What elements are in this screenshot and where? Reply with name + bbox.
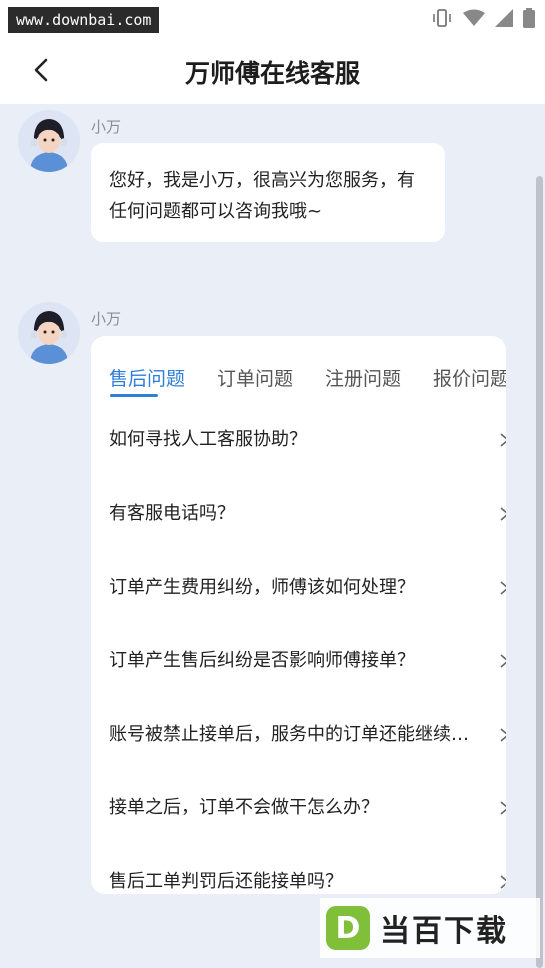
chevron-right-icon — [500, 728, 506, 742]
tab-quotation[interactable]: 报价问题 — [433, 364, 506, 391]
logo-text: 当百下载 — [380, 914, 508, 949]
chevron-right-icon — [500, 581, 506, 595]
faq-question[interactable]: 接单之后，订单不会做干怎么办？ — [109, 788, 506, 828]
chevron-right-icon — [500, 654, 506, 668]
faq-question[interactable]: 账号被禁止接单后，服务中的订单还能继续服务吗？ — [109, 715, 506, 755]
faq-question[interactable]: 有客服电话吗？ — [109, 494, 506, 534]
chevron-right-icon — [500, 801, 506, 815]
sender-name: 小万 — [91, 310, 122, 328]
vibrate-icon — [433, 9, 451, 27]
signal-icon — [495, 9, 513, 27]
site-watermark: www.downbai.com — [8, 7, 160, 33]
battery-icon — [523, 8, 535, 28]
chevron-right-icon — [500, 875, 506, 889]
chevron-right-icon — [500, 433, 506, 447]
wifi-icon — [463, 9, 485, 26]
avatar — [18, 302, 80, 364]
active-tab-indicator — [110, 394, 158, 397]
faq-card: 售后问题 订单问题 注册问题 报价问题 如何寻找人工客服协助？ 有客服电话吗？ … — [91, 336, 506, 894]
faq-question[interactable]: 如何寻找人工客服协助？ — [109, 420, 506, 460]
faq-tabs: 售后问题 订单问题 注册问题 报价问题 — [109, 364, 506, 391]
logo-icon: D — [326, 906, 370, 950]
chevron-right-icon — [500, 507, 506, 521]
faq-question[interactable]: 订单产生售后纠纷是否影响师傅接单？ — [109, 641, 506, 681]
agent-avatar-icon — [18, 302, 80, 364]
status-bar: www.downbai.com — [0, 0, 545, 36]
page-title: 万师傅在线客服 — [184, 59, 360, 88]
tab-registration[interactable]: 注册问题 — [325, 364, 401, 391]
scrollbar[interactable] — [536, 176, 543, 968]
sender-name: 小万 — [91, 118, 122, 136]
faq-question[interactable]: 售后工单判罚后还能接单吗？ — [109, 862, 506, 894]
tab-after-sales[interactable]: 售后问题 — [109, 364, 185, 391]
avatar — [18, 110, 80, 172]
title-bar: 万师傅在线客服 — [0, 36, 545, 104]
agent-avatar-icon — [18, 110, 80, 172]
site-logo-watermark: D 当百下载 — [320, 898, 540, 958]
message-bubble: 您好，我是小万，很高兴为您服务，有任何问题都可以咨询我哦~ — [91, 143, 445, 242]
faq-question[interactable]: 订单产生费用纠纷，师傅该如何处理？ — [109, 568, 506, 608]
status-icons — [431, 8, 535, 28]
tab-orders[interactable]: 订单问题 — [217, 364, 293, 391]
